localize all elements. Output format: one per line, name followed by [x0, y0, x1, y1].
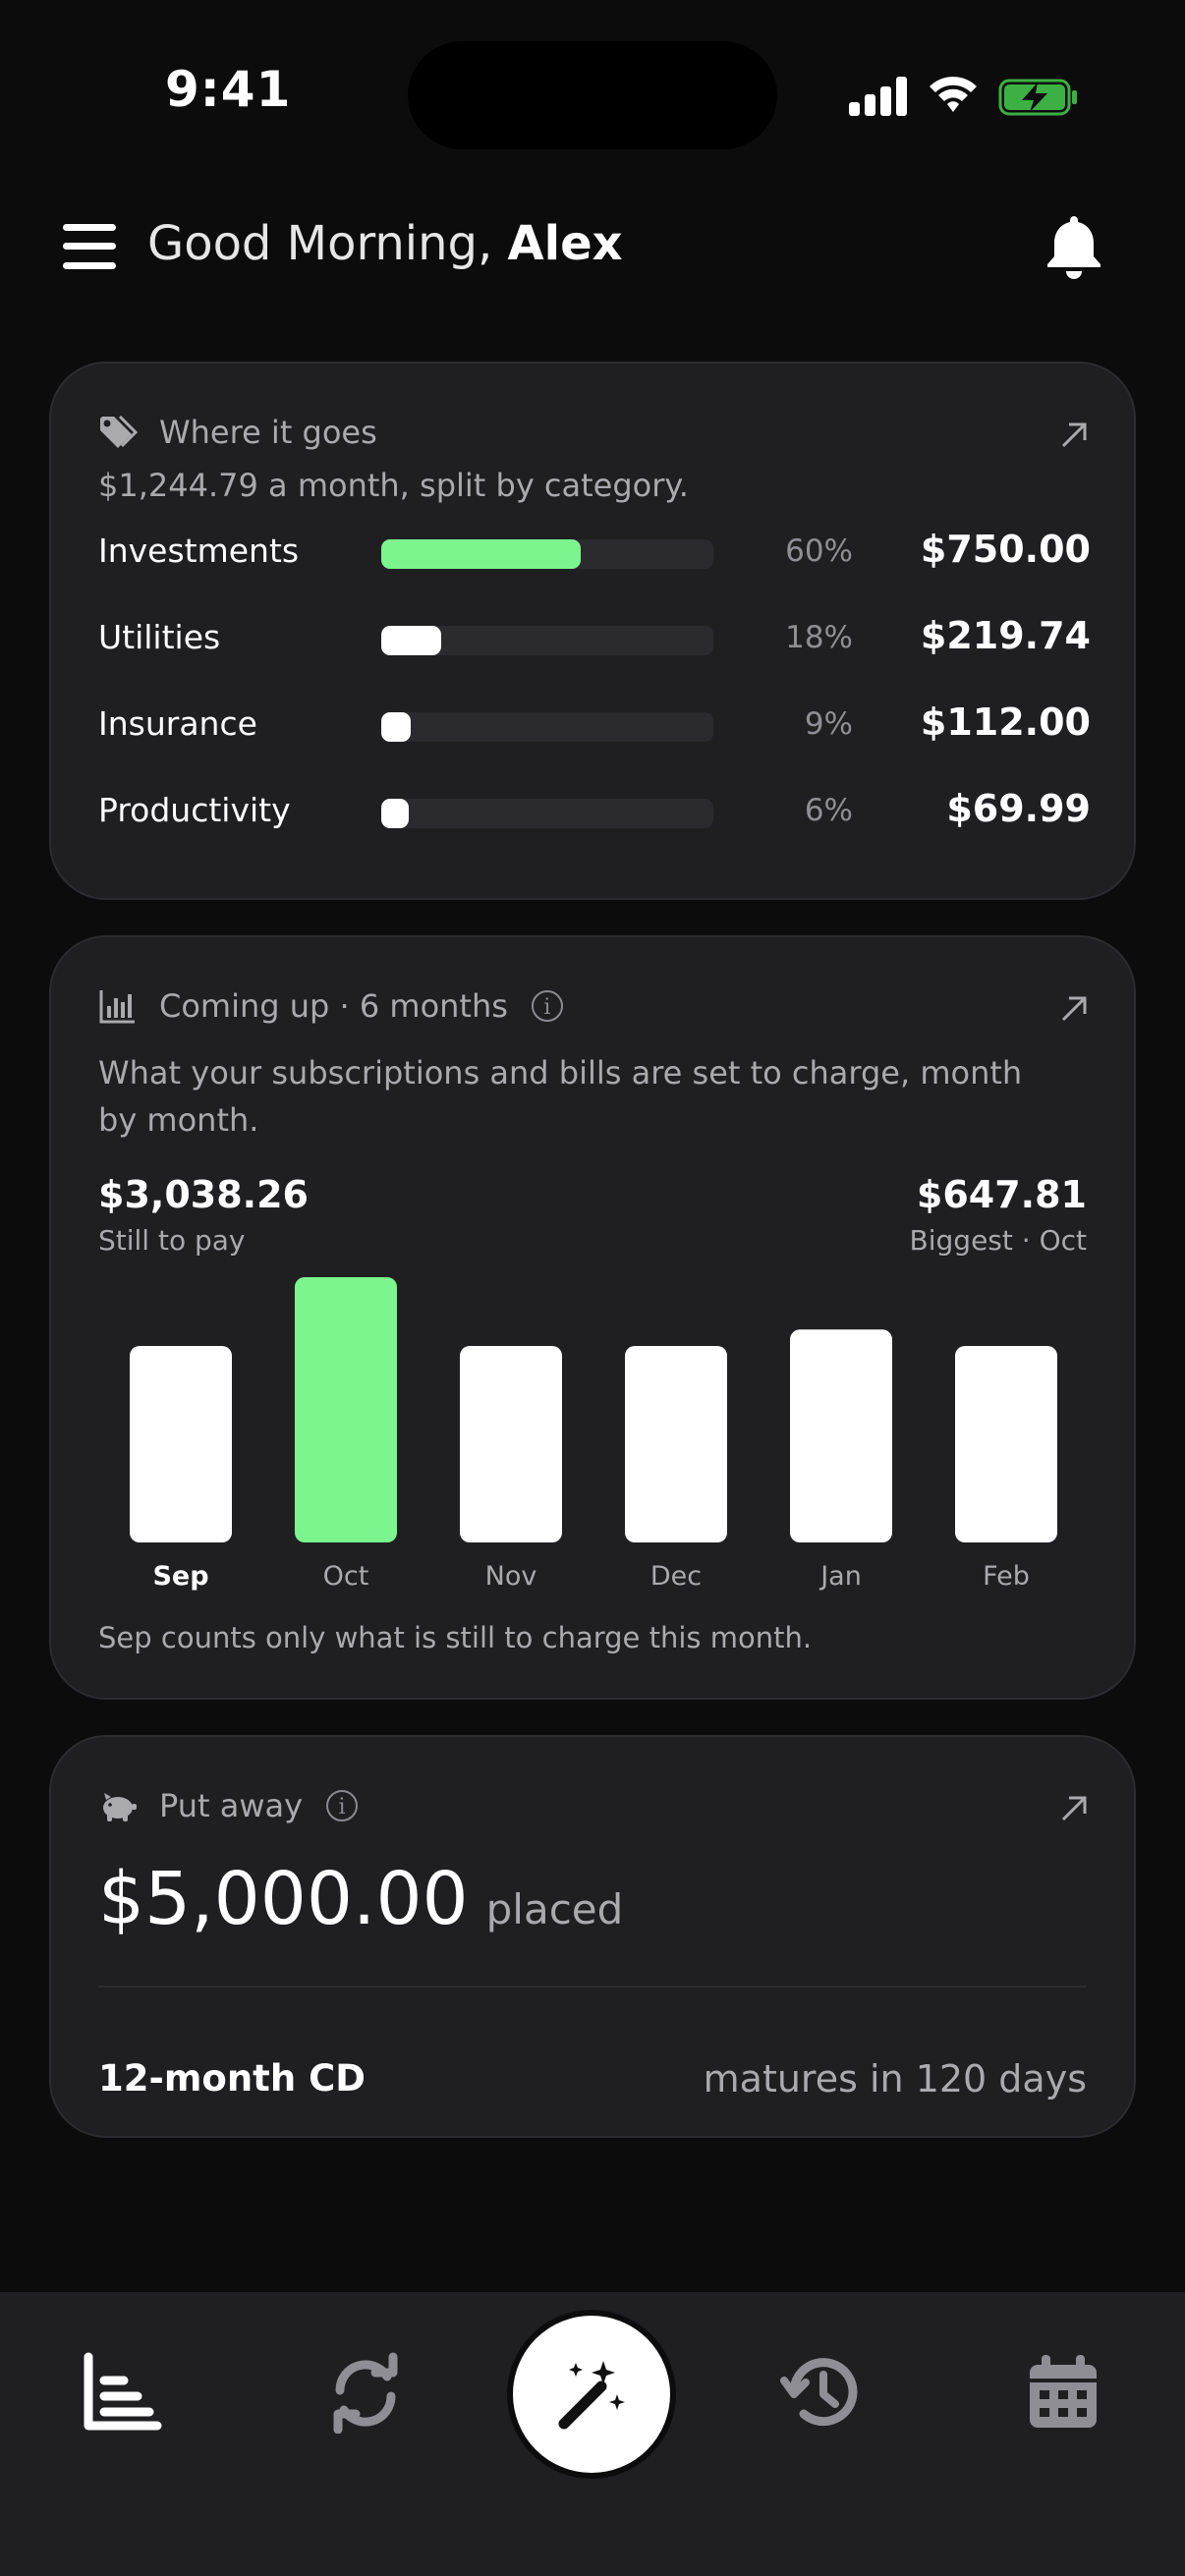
bar-label: Jan	[818, 1561, 862, 1592]
bar-label: Sep	[152, 1561, 208, 1592]
bar-label: Nov	[485, 1561, 537, 1592]
category-percent: 9%	[804, 706, 853, 742]
chart-icon[interactable]	[81, 2351, 163, 2434]
greeting-text: Good Morning,	[147, 216, 493, 271]
category-name: Productivity	[98, 791, 291, 829]
savings-amount-suffix: placed	[485, 1885, 624, 1933]
dynamic-island	[408, 41, 777, 149]
category-progress-fill	[381, 539, 581, 569]
battery-charging-icon	[998, 79, 1077, 116]
category-amount: $750.00	[920, 528, 1091, 571]
divider	[98, 1986, 1087, 1988]
savings-amount: $5,000.00	[98, 1857, 469, 1941]
arrow-up-right-icon[interactable]	[1059, 1794, 1089, 1823]
category-amount: $112.00	[920, 700, 1091, 744]
bell-icon[interactable]	[1042, 212, 1106, 281]
spending-title: Where it goes	[159, 414, 377, 451]
category-progress-fill	[381, 712, 412, 742]
wifi-icon	[930, 77, 977, 112]
upcoming-card[interactable]: Coming up · 6 months i What your subscri…	[49, 935, 1136, 1700]
bar-label: Dec	[650, 1561, 702, 1592]
category-progress-track	[381, 799, 713, 828]
calendar-icon[interactable]	[1022, 2351, 1104, 2434]
category-name: Investments	[98, 532, 300, 570]
refresh-icon[interactable]	[324, 2351, 407, 2434]
spending-card[interactable]: Where it goes $1,244.79 a month, split b…	[49, 362, 1136, 900]
cd-maturity: matures in 120 days	[703, 2057, 1087, 2100]
category-amount: $219.74	[920, 614, 1091, 657]
category-progress-fill	[381, 799, 409, 828]
savings-card[interactable]: Put away i $5,000.00 placed 12-month CD m…	[49, 1735, 1136, 2138]
category-name: Utilities	[98, 618, 221, 656]
bar-feb[interactable]	[955, 1345, 1057, 1542]
chart-footnote: Sep counts only what is still to charge …	[98, 1621, 813, 1654]
category-row[interactable]: Investments 60% $750.00	[98, 524, 1091, 583]
bar-label: Oct	[323, 1561, 369, 1592]
bar-nov[interactable]	[460, 1345, 562, 1542]
signal-icon	[849, 77, 908, 116]
history-icon[interactable]	[780, 2351, 863, 2434]
savings-amount-row: $5,000.00 placed	[98, 1857, 623, 1941]
category-progress-track	[381, 626, 713, 655]
bar-sep[interactable]	[130, 1345, 232, 1542]
spending-card-header: Where it goes	[98, 413, 377, 452]
category-amount: $69.99	[946, 787, 1091, 830]
info-icon[interactable]: i	[326, 1790, 359, 1821]
bar-label: Feb	[983, 1561, 1030, 1592]
spending-subtitle: $1,244.79 a month, split by category.	[98, 467, 689, 504]
greeting: Good Morning, Alex	[147, 216, 623, 271]
tag-icon	[100, 415, 138, 448]
magic-action-button[interactable]	[507, 2310, 676, 2479]
bar-jan[interactable]	[790, 1329, 892, 1542]
category-name: Insurance	[98, 704, 257, 743]
magic-wand-icon	[558, 2361, 625, 2430]
savings-card-header: Put away i	[98, 1786, 359, 1825]
category-progress-track	[381, 539, 713, 569]
bar-oct[interactable]	[295, 1277, 397, 1542]
category-percent: 60%	[785, 533, 853, 569]
category-percent: 18%	[785, 620, 853, 655]
category-progress-track	[381, 712, 713, 742]
category-progress-fill	[381, 626, 441, 655]
user-name: Alex	[507, 216, 623, 271]
bar-dec[interactable]	[625, 1345, 727, 1542]
tab-bar	[0, 2292, 1185, 2576]
arrow-up-right-icon[interactable]	[1059, 420, 1089, 450]
status-time: 9:41	[165, 61, 292, 118]
category-row[interactable]: Productivity 6% $69.99	[98, 783, 1091, 842]
menu-icon[interactable]	[63, 224, 116, 269]
piggy-bank-icon	[103, 1793, 137, 1821]
savings-title: Put away	[159, 1787, 304, 1824]
category-row[interactable]: Insurance 9% $112.00	[98, 697, 1091, 756]
category-row[interactable]: Utilities 18% $219.74	[98, 610, 1091, 669]
category-percent: 6%	[804, 793, 853, 828]
cd-product-name: 12-month CD	[98, 2057, 366, 2100]
